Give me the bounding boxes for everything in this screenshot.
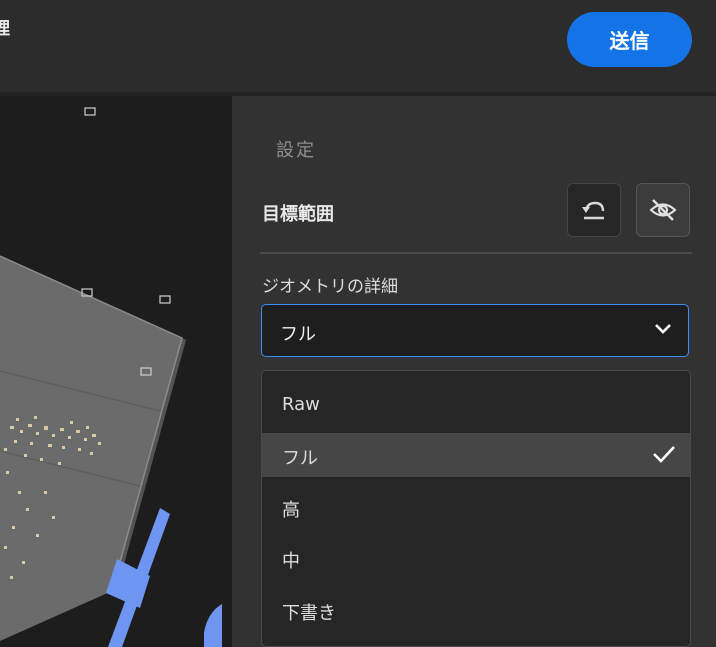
eye-off-icon [649,199,677,221]
settings-panel: 設定 目標範囲 ジオメトリの詳細 フル Raw フル 高 中 下書き [232,96,716,647]
hide-button[interactable] [636,183,690,237]
geometry-detail-select[interactable]: フル [261,304,689,357]
page-title: 理 [0,19,10,39]
option-draft[interactable]: 下書き [262,588,690,632]
geometry-detail-label: ジオメトリの詳細 [262,277,398,297]
app-header: 理 送信 [0,0,716,92]
settings-section-title: 設定 [276,140,316,161]
undo-icon [582,201,605,220]
geometry-detail-dropdown: Raw フル 高 中 下書き [261,370,691,647]
option-label: 下書き [282,603,336,624]
option-label: 中 [282,551,300,572]
select-value: フル [280,324,316,345]
option-medium[interactable]: 中 [262,536,690,580]
section-divider [260,252,692,254]
option-high[interactable]: 高 [262,485,690,529]
checkmark-icon [653,446,675,463]
option-label: Raw [282,394,320,415]
scene-canvas [0,107,222,647]
chevron-down-icon [655,324,671,334]
target-range-label: 目標範囲 [262,204,334,225]
option-label: フル [282,448,318,469]
3d-viewport[interactable] [0,96,232,647]
option-full[interactable]: フル [262,433,690,477]
send-button[interactable]: 送信 [567,12,692,67]
option-label: 高 [282,500,300,521]
undo-button[interactable] [567,183,621,237]
option-raw[interactable]: Raw [262,383,690,427]
